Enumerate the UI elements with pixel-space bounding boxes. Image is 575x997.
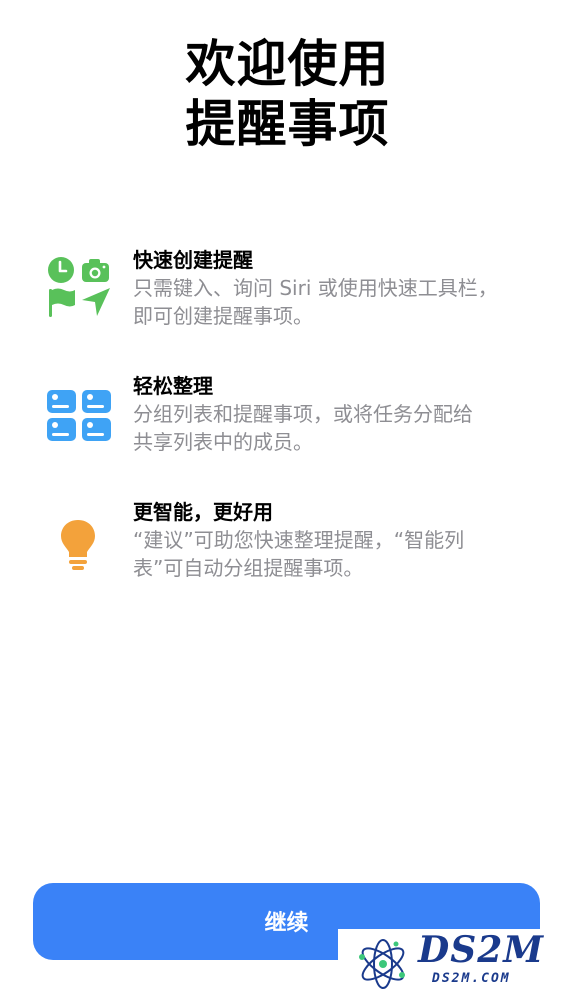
grid-icon [47,390,111,441]
camera-icon [82,259,109,282]
feature-description-line-2: 共享列表中的成员。 [133,430,313,454]
feature-description: 分组列表和提醒事项，或将任务分配给 共享列表中的成员。 [133,400,533,456]
feature-title: 快速创建提醒 [133,248,253,272]
location-arrow-icon [82,288,110,316]
feature-description-line-2: 表”可自动分组提醒事项。 [133,556,364,580]
flag-icon [49,288,75,317]
lightbulb-icon [61,520,95,570]
title-line-1: 欢迎使用 [185,35,390,93]
feature-description-line-1: 分组列表和提醒事项，或将任务分配给 [133,402,473,426]
feature-smarter: 更智能，更好用 “建议”可助您快速整理提醒，“智能列 表”可自动分组提醒事项。 [0,498,575,598]
feature-description-line-1: 只需键入、询问 Siri 或使用快速工具栏， [133,276,498,300]
watermark: DS2M DS2M.COM [338,929,575,997]
welcome-screen: 欢迎使用 提醒事项 快速创建提醒 只需键入、询问 Siri 或使用快速工具栏， … [0,0,575,997]
clock-icon [48,257,74,283]
feature-description: 只需键入、询问 Siri 或使用快速工具栏， 即可创建提醒事项。 [133,274,533,330]
watermark-url: DS2M.COM [432,971,511,986]
feature-quick-create: 快速创建提醒 只需键入、询问 Siri 或使用快速工具栏， 即可创建提醒事项。 [0,246,575,346]
feature-description: “建议”可助您快速整理提醒，“智能列 表”可自动分组提醒事项。 [133,526,533,582]
feature-title: 更智能，更好用 [133,500,273,524]
watermark-logo-icon [359,939,405,989]
page-title: 欢迎使用 提醒事项 [0,34,575,154]
feature-description-line-1: “建议”可助您快速整理提醒，“智能列 [133,528,465,552]
feature-title: 轻松整理 [133,374,213,398]
feature-organize: 轻松整理 分组列表和提醒事项，或将任务分配给 共享列表中的成员。 [0,372,575,472]
quick-create-icon [48,257,110,317]
feature-description-line-2: 即可创建提醒事项。 [133,304,313,328]
watermark-text: DS2M [418,929,545,971]
title-line-2: 提醒事项 [185,95,390,153]
